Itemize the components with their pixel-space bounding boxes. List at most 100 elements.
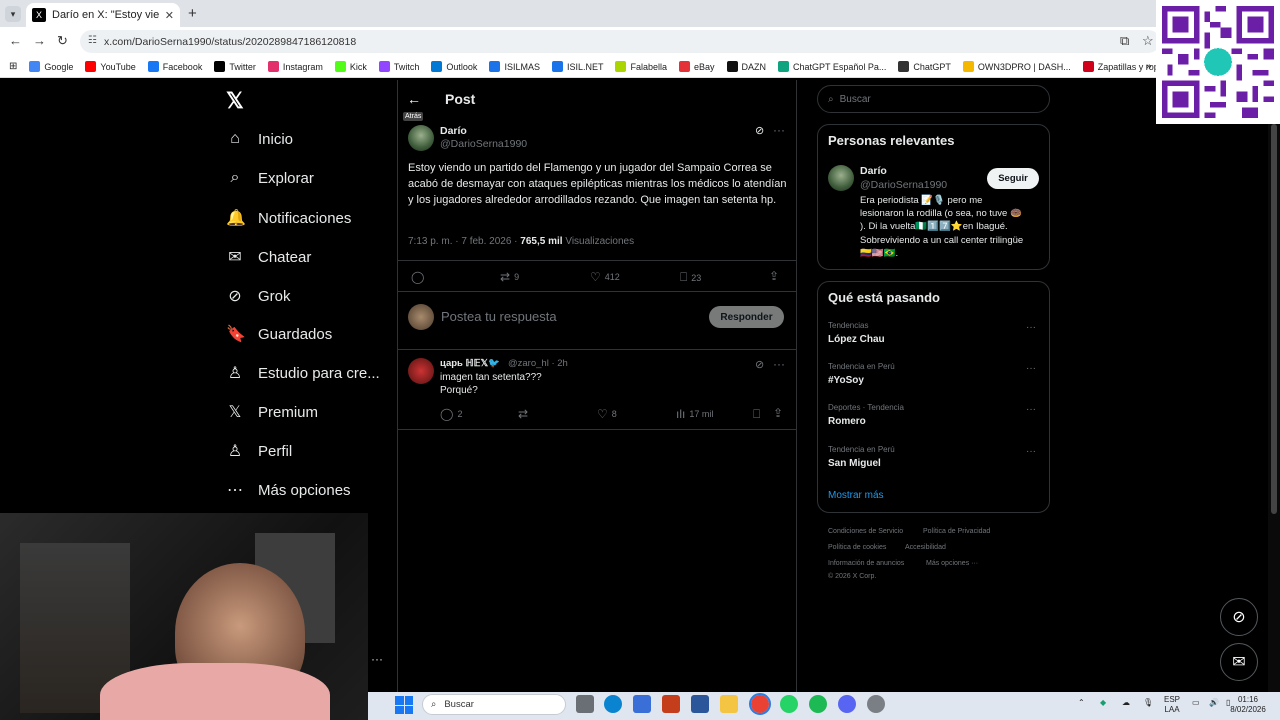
footer-terms[interactable]: Condiciones de Servicio: [828, 528, 903, 535]
retweet-button[interactable]: ⇄ 9: [500, 270, 519, 284]
grok-fab-icon[interactable]: ⊘: [1220, 598, 1258, 636]
trend-more-icon[interactable]: ···: [1026, 404, 1036, 415]
tray-chevron-icon[interactable]: ⌃: [1078, 698, 1085, 708]
show-more-link[interactable]: Mostrar más: [828, 490, 884, 501]
tray-mic-icon[interactable]: 🎙: [1143, 698, 1153, 708]
webcam-more-icon[interactable]: ···: [371, 652, 383, 666]
reply-retweet-button[interactable]: ⇄: [518, 407, 528, 421]
reply-share-button[interactable]: ⇪: [773, 406, 783, 420]
post-author-avatar[interactable]: [408, 125, 434, 151]
relevant-avatar[interactable]: [828, 165, 854, 191]
x-logo-icon[interactable]: 𝕏: [226, 88, 244, 114]
url-bar[interactable]: ☷ x.com/DarioSerna1990/status/2020289847…: [80, 30, 1160, 53]
relevant-handle[interactable]: @DarioSerna1990: [860, 179, 947, 191]
discord-icon[interactable]: [838, 695, 856, 713]
windows-start-icon[interactable]: [395, 696, 413, 714]
install-icon[interactable]: ⧉: [1120, 33, 1129, 49]
footer-more[interactable]: Más opciones ···: [926, 560, 978, 567]
sidebar-item-estudio-para-cre[interactable]: ♙ Estudio para cre...: [226, 363, 380, 383]
footer-ads[interactable]: Información de anuncios: [828, 560, 904, 567]
bookmark-item[interactable]: Falabella: [615, 61, 667, 72]
taskbar-search[interactable]: ⌕ Buscar: [422, 694, 566, 715]
post-author-name[interactable]: Darío: [440, 125, 467, 137]
chrome-icon[interactable]: [749, 693, 771, 715]
follow-button[interactable]: Seguir: [987, 168, 1039, 189]
messages-fab-icon[interactable]: ✉: [1220, 643, 1258, 681]
sidebar-item-perfil[interactable]: ♙ Perfil: [226, 441, 292, 461]
reply-bookmark-button[interactable]: ⎕: [753, 407, 760, 422]
trend-name[interactable]: #YoSoy: [828, 375, 864, 386]
grok-icon[interactable]: ⊘: [755, 358, 764, 371]
like-button[interactable]: ♡ 412: [590, 270, 620, 284]
footer-cookies[interactable]: Política de cookies: [828, 544, 886, 551]
forward-icon[interactable]: →: [33, 33, 46, 48]
sidebar-item-inicio[interactable]: ⌂ Inicio: [226, 130, 293, 148]
bookmark-item[interactable]: ISIL.NET: [551, 61, 603, 72]
word-icon[interactable]: [691, 695, 709, 713]
trend-more-icon[interactable]: ···: [1026, 322, 1036, 333]
powerpoint-icon[interactable]: [662, 695, 680, 713]
reply-button[interactable]: ◯: [411, 270, 424, 284]
footer-accessibility[interactable]: Accesibilidad: [905, 544, 946, 551]
back-arrow-icon[interactable]: ←: [407, 91, 421, 107]
bookmark-item[interactable]: Instagram: [267, 61, 323, 72]
share-button[interactable]: ⇪: [769, 269, 779, 283]
bookmark-button[interactable]: ⎕ 23: [680, 270, 701, 285]
reload-icon[interactable]: ↻: [57, 33, 68, 49]
bookmark-item[interactable]: Kick: [334, 61, 367, 72]
bookmark-item[interactable]: OWN3DPRO | DASH...: [962, 61, 1071, 72]
store-icon[interactable]: [633, 695, 651, 713]
sidebar-item-más-opciones[interactable]: ⋯ Más opciones: [226, 480, 351, 500]
language-indicator[interactable]: ESP LAA: [1164, 695, 1180, 715]
trend-more-icon[interactable]: ···: [1026, 363, 1036, 374]
bookmark-item[interactable]: eBay: [679, 61, 715, 72]
sidebar-item-premium[interactable]: 𝕏 Premium: [226, 402, 318, 422]
reply-views[interactable]: ılı 17 mil: [676, 407, 713, 421]
new-tab-button[interactable]: +: [188, 5, 197, 22]
spotify-icon[interactable]: [809, 695, 827, 713]
bookmark-star-icon[interactable]: ☆: [1142, 33, 1154, 49]
sidebar-item-notificaciones[interactable]: 🔔 Notificaciones: [226, 208, 351, 228]
volume-icon[interactable]: 🔊: [1209, 698, 1219, 708]
bookmark-item[interactable]: ChatGPT: [898, 61, 951, 72]
bookmark-item[interactable]: ISILMAS: [489, 61, 540, 72]
app-icon[interactable]: [867, 695, 885, 713]
post-more-icon[interactable]: ···: [773, 123, 785, 137]
bookmark-item[interactable]: YouTube: [85, 61, 136, 72]
reply-input[interactable]: Postea tu respuesta: [441, 309, 557, 324]
reply-author-handle[interactable]: @zaro_hl · 2h: [508, 358, 568, 369]
reply-author-name[interactable]: царь ℍ𝔼𝕏🐦: [440, 358, 500, 369]
footer-privacy[interactable]: Política de Privacidad: [923, 528, 990, 535]
back-icon[interactable]: ←: [9, 33, 22, 48]
edge-icon[interactable]: [604, 695, 622, 713]
reply-like-button[interactable]: ♡ 8: [597, 407, 617, 421]
grok-icon[interactable]: ⊘: [755, 124, 764, 137]
reply-submit-button[interactable]: Responder: [709, 306, 784, 328]
tab-close-icon[interactable]: ✕: [165, 9, 174, 22]
search-input[interactable]: ⌕ Buscar: [817, 85, 1050, 113]
more-bookmarks-icon[interactable]: »: [1146, 61, 1152, 72]
network-icon[interactable]: ▭: [1192, 698, 1200, 708]
bookmark-item[interactable]: ChatGPT Español Pa...: [778, 61, 886, 72]
reply-author-avatar[interactable]: [408, 358, 434, 384]
tab-search-icon[interactable]: ▾: [5, 6, 21, 22]
sidebar-item-explorar[interactable]: ⌕ Explorar: [226, 169, 314, 187]
trend-name[interactable]: Romero: [828, 416, 866, 427]
tab-active[interactable]: X Darío en X: "Estoy viendo un p... ✕: [26, 3, 180, 27]
bookmark-item[interactable]: Twitch: [378, 61, 419, 72]
trend-more-icon[interactable]: ···: [1026, 446, 1036, 457]
tray-cloud-icon[interactable]: ☁: [1122, 698, 1130, 708]
bookmark-item[interactable]: Outlook: [431, 61, 477, 72]
bookmark-item[interactable]: Google: [29, 61, 73, 72]
file-explorer-icon[interactable]: [720, 695, 738, 713]
sidebar-item-grok[interactable]: ⊘ Grok: [226, 286, 290, 306]
task-view-icon[interactable]: [576, 695, 594, 713]
relevant-name[interactable]: Darío: [860, 165, 887, 177]
post-author-handle[interactable]: @DarioSerna1990: [440, 138, 527, 150]
trend-name[interactable]: López Chau: [828, 334, 885, 345]
reply-comment-button[interactable]: ◯ 2: [440, 407, 462, 421]
sidebar-item-guardados[interactable]: 🔖 Guardados: [226, 324, 332, 344]
bookmark-item[interactable]: Twitter: [214, 61, 256, 72]
apps-icon[interactable]: ⊞: [9, 61, 17, 72]
post-timestamp[interactable]: 7:13 p. m. · 7 feb. 2026 ·: [408, 236, 520, 247]
